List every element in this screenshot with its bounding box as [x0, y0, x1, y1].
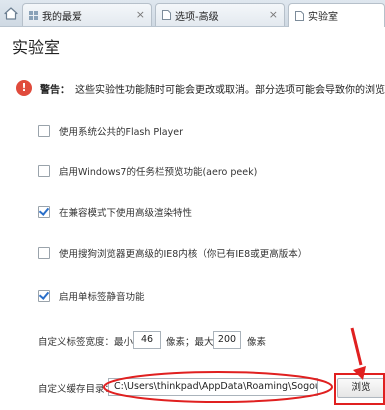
min-label: 最小: [114, 337, 134, 348]
option-label: 使用搜狗浏览器更高级的IE8内核（你已有IE8或更高版本）: [59, 249, 308, 260]
checkbox[interactable]: [38, 125, 50, 137]
option-ie8-kernel[interactable]: 使用搜狗浏览器更高级的IE8内核（你已有IE8或更高版本）: [38, 246, 307, 260]
tab-label: 我的最爱: [42, 11, 82, 23]
tab-advanced-options[interactable]: 选项-高级 ×: [155, 3, 285, 26]
grid-icon: [29, 10, 38, 20]
tab-width-label: 自定义标签宽度：: [38, 337, 115, 348]
min-width-input[interactable]: 46: [133, 331, 161, 349]
home-button[interactable]: [0, 0, 22, 26]
cache-dir-label: 自定义缓存目录：: [38, 384, 115, 395]
page-icon: [295, 10, 304, 21]
option-label: 启用单标签静音功能: [59, 292, 145, 303]
option-system-flash[interactable]: 使用系统公共的Flash Player: [38, 124, 183, 138]
checkbox[interactable]: [38, 165, 50, 177]
cache-dir-input[interactable]: C:\Users\thinkpad\AppData\Roaming\SogouE: [108, 378, 318, 396]
annotation-arrow-icon: [350, 327, 363, 366]
option-label: 启用Windows7的任务栏预览功能(aero peek): [59, 167, 258, 178]
option-label: 使用系统公共的Flash Player: [59, 127, 183, 138]
checkbox[interactable]: [38, 206, 50, 218]
warning-icon: !: [16, 80, 32, 96]
warning-label: 警告：: [40, 85, 70, 96]
home-icon: [4, 6, 18, 20]
max-width-input[interactable]: 200: [213, 331, 241, 349]
option-aero-peek[interactable]: 启用Windows7的任务栏预览功能(aero peek): [38, 164, 257, 178]
close-icon[interactable]: ×: [136, 9, 145, 21]
tab-favorites[interactable]: 我的最爱 ×: [22, 3, 152, 26]
option-label: 在兼容模式下使用高级渲染特性: [59, 208, 193, 219]
checkbox[interactable]: [38, 290, 50, 302]
tab-bar: 我的最爱 × 选项-高级 × 实验室: [0, 0, 385, 27]
option-advanced-rendering[interactable]: 在兼容模式下使用高级渲染特性: [38, 205, 192, 219]
tab-label: 选项-高级: [175, 11, 219, 23]
page-icon: [162, 10, 171, 20]
tab-label: 实验室: [308, 12, 338, 23]
tab-lab[interactable]: 实验室: [288, 3, 385, 27]
browse-button[interactable]: 浏览: [337, 378, 385, 398]
page-title: 实验室: [12, 38, 61, 57]
warning-text: 这些实验性功能随时可能会更改或取消。部分选项可能会导致你的浏览器: [75, 85, 385, 96]
close-icon[interactable]: ×: [269, 9, 278, 21]
max-label: 像素；最大: [166, 337, 214, 348]
checkbox[interactable]: [38, 247, 50, 259]
unit-label: 像素: [247, 337, 267, 348]
option-tab-mute[interactable]: 启用单标签静音功能: [38, 289, 145, 303]
